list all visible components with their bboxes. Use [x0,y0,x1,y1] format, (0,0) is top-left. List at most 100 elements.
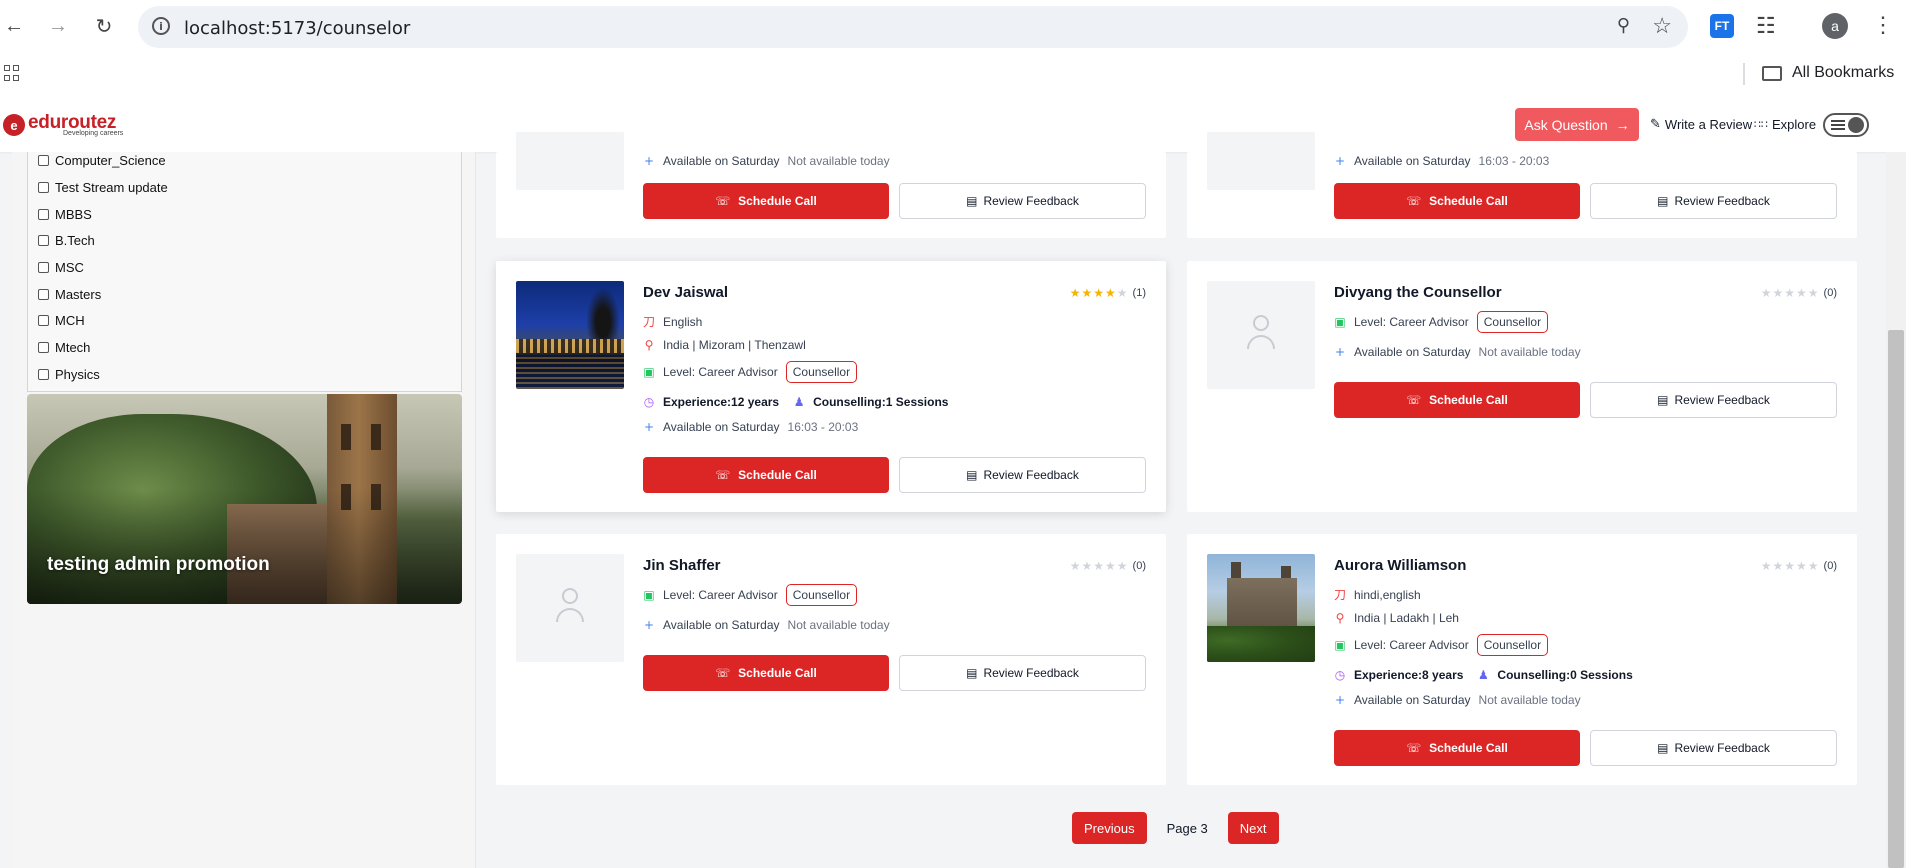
review-feedback-button[interactable]: ▤ Review Feedback [899,457,1146,493]
availability-label: Available on Saturday [663,618,780,632]
filter-item[interactable]: Physics [38,367,100,382]
level-text: Level: Career Advisor [1354,315,1469,329]
checkbox[interactable] [38,182,49,193]
checkbox[interactable] [38,235,49,246]
extension-icon[interactable]: FT [1710,14,1734,38]
rating-count: (1) [1132,287,1146,299]
grid-dots-icon: ∷∷ [1754,118,1768,131]
write-review-link[interactable]: ✎ Write a Review [1650,117,1752,132]
toggle-knob [1848,117,1864,133]
message-icon: ▤ [966,194,978,208]
schedule-call-button[interactable]: ☏ Schedule Call [1334,183,1580,219]
back-icon[interactable]: ← [2,14,26,38]
schedule-call-button[interactable]: ☏ Schedule Call [643,457,889,493]
checkbox[interactable] [38,342,49,353]
schedule-call-label: Schedule Call [738,194,817,208]
schedule-call-label: Schedule Call [1429,393,1508,407]
star-rating-icon: ★★★★★ [1760,559,1820,573]
clock-icon: ◷ [1334,668,1346,682]
level-row: ▣ Level: Career Advisor Counsellor [643,584,858,606]
counselor-name[interactable]: Aurora Williamson [1334,557,1466,574]
schedule-call-label: Schedule Call [738,666,817,680]
location-text: India | Mizoram | Thenzawl [663,338,806,352]
star-rating-icon: ★★★★★ [1760,286,1820,300]
filter-item[interactable]: MBBS [38,207,92,222]
review-feedback-label: Review Feedback [983,468,1079,482]
pagination: Previous Page 3 Next [1072,812,1279,844]
counselor-name[interactable]: Divyang the Counsellor [1334,284,1502,301]
review-feedback-button[interactable]: ▤ Review Feedback [1590,382,1837,418]
role-badge: Counsellor [785,584,858,606]
checkbox[interactable] [38,262,49,273]
review-feedback-button[interactable]: ▤ Review Feedback [899,183,1146,219]
users-icon: ♟ [793,395,805,409]
review-feedback-button[interactable]: ▤ Review Feedback [899,655,1146,691]
next-page-button[interactable]: Next [1227,812,1279,844]
checkbox[interactable] [38,369,49,380]
rating: ★★★★★ (0) [1761,559,1837,573]
rating-count: (0) [1823,287,1837,299]
explore-link[interactable]: ∷∷ Explore [1754,117,1816,132]
previous-page-button[interactable]: Previous [1072,812,1147,844]
ask-question-button[interactable]: Ask Question → [1515,108,1639,141]
extensions-puzzle-icon[interactable]: ☷ [1756,13,1776,39]
checkbox[interactable] [38,289,49,300]
filter-item[interactable]: MCH [38,313,85,328]
checkbox[interactable] [38,209,49,220]
experience-text: Experience:8 years [1354,668,1464,682]
counselor-name[interactable]: Jin Shaffer [643,557,721,574]
url-text[interactable]: localhost:5173/counselor [184,18,410,39]
schedule-call-button[interactable]: ☏ Schedule Call [643,655,889,691]
star-rating-icon: ★★★★★ [1069,286,1129,300]
location-text: India | Ladakh | Leh [1354,611,1459,625]
message-icon: ▤ [1657,741,1669,755]
checkbox[interactable] [38,155,49,166]
counselor-photo [1207,554,1315,662]
language-row: 刀 hindi,english [1334,586,1421,603]
filter-item[interactable]: B.Tech [38,233,95,248]
bookmark-star-icon[interactable]: ☆ [1652,13,1672,39]
filter-item[interactable]: MSC [38,260,84,275]
apps-grid-icon[interactable] [4,65,20,81]
rating-count: (0) [1823,560,1837,572]
zoom-icon[interactable]: ⚲ [1617,15,1630,36]
schedule-call-label: Schedule Call [1429,194,1508,208]
theme-toggle[interactable] [1823,113,1869,137]
site-logo[interactable]: e eduroutez Developing careers [3,113,123,137]
browser-menu-icon[interactable]: ⋮ [1872,12,1894,38]
all-bookmarks-label: All Bookmarks [1792,64,1895,81]
review-feedback-button[interactable]: ▤ Review Feedback [1590,183,1837,219]
profile-avatar[interactable]: a [1822,13,1848,39]
plus-icon: + [1334,693,1346,707]
availability-row: + Available on Saturday Not available to… [1334,693,1581,707]
experience-text: Experience:12 years [663,395,780,409]
schedule-call-button[interactable]: ☏ Schedule Call [643,183,889,219]
reload-icon[interactable]: ↻ [92,14,116,38]
explore-label: Explore [1772,117,1817,132]
filter-item[interactable]: Masters [38,287,101,302]
schedule-call-button[interactable]: ☏ Schedule Call [1334,730,1580,766]
filter-item[interactable]: Test Stream update [38,180,168,195]
filter-item[interactable]: Mtech [38,340,90,355]
review-feedback-label: Review Feedback [983,194,1079,208]
phone-icon: ☏ [715,468,731,482]
counselor-card: Divyang the Counsellor ★★★★★ (0) ▣ Level… [1187,261,1857,512]
review-feedback-button[interactable]: ▤ Review Feedback [1590,730,1837,766]
checkbox[interactable] [38,315,49,326]
counselor-card: Aurora Williamson ★★★★★ (0) 刀 hindi,engl… [1187,534,1857,785]
filter-item[interactable]: Computer_Science [38,153,166,168]
logo-mark-icon: e [3,114,25,136]
forward-icon[interactable]: → [46,14,70,38]
schedule-call-button[interactable]: ☏ Schedule Call [1334,382,1580,418]
level-text: Level: Career Advisor [1354,638,1469,652]
availability-value: 16:03 - 20:03 [787,420,859,434]
address-bar[interactable]: i localhost:5173/counselor ⚲ ☆ [138,6,1688,48]
counselor-name[interactable]: Dev Jaiswal [643,284,728,301]
site-info-icon[interactable]: i [152,17,170,35]
schedule-call-label: Schedule Call [1429,741,1508,755]
filter-label: Test Stream update [55,180,168,195]
scrollbar-thumb[interactable] [1888,330,1904,868]
promotion-banner[interactable]: testing admin promotion [27,394,462,604]
all-bookmarks[interactable]: All Bookmarks [1762,64,1894,82]
level-row: ▣ Level: Career Advisor Counsellor [1334,634,1549,656]
